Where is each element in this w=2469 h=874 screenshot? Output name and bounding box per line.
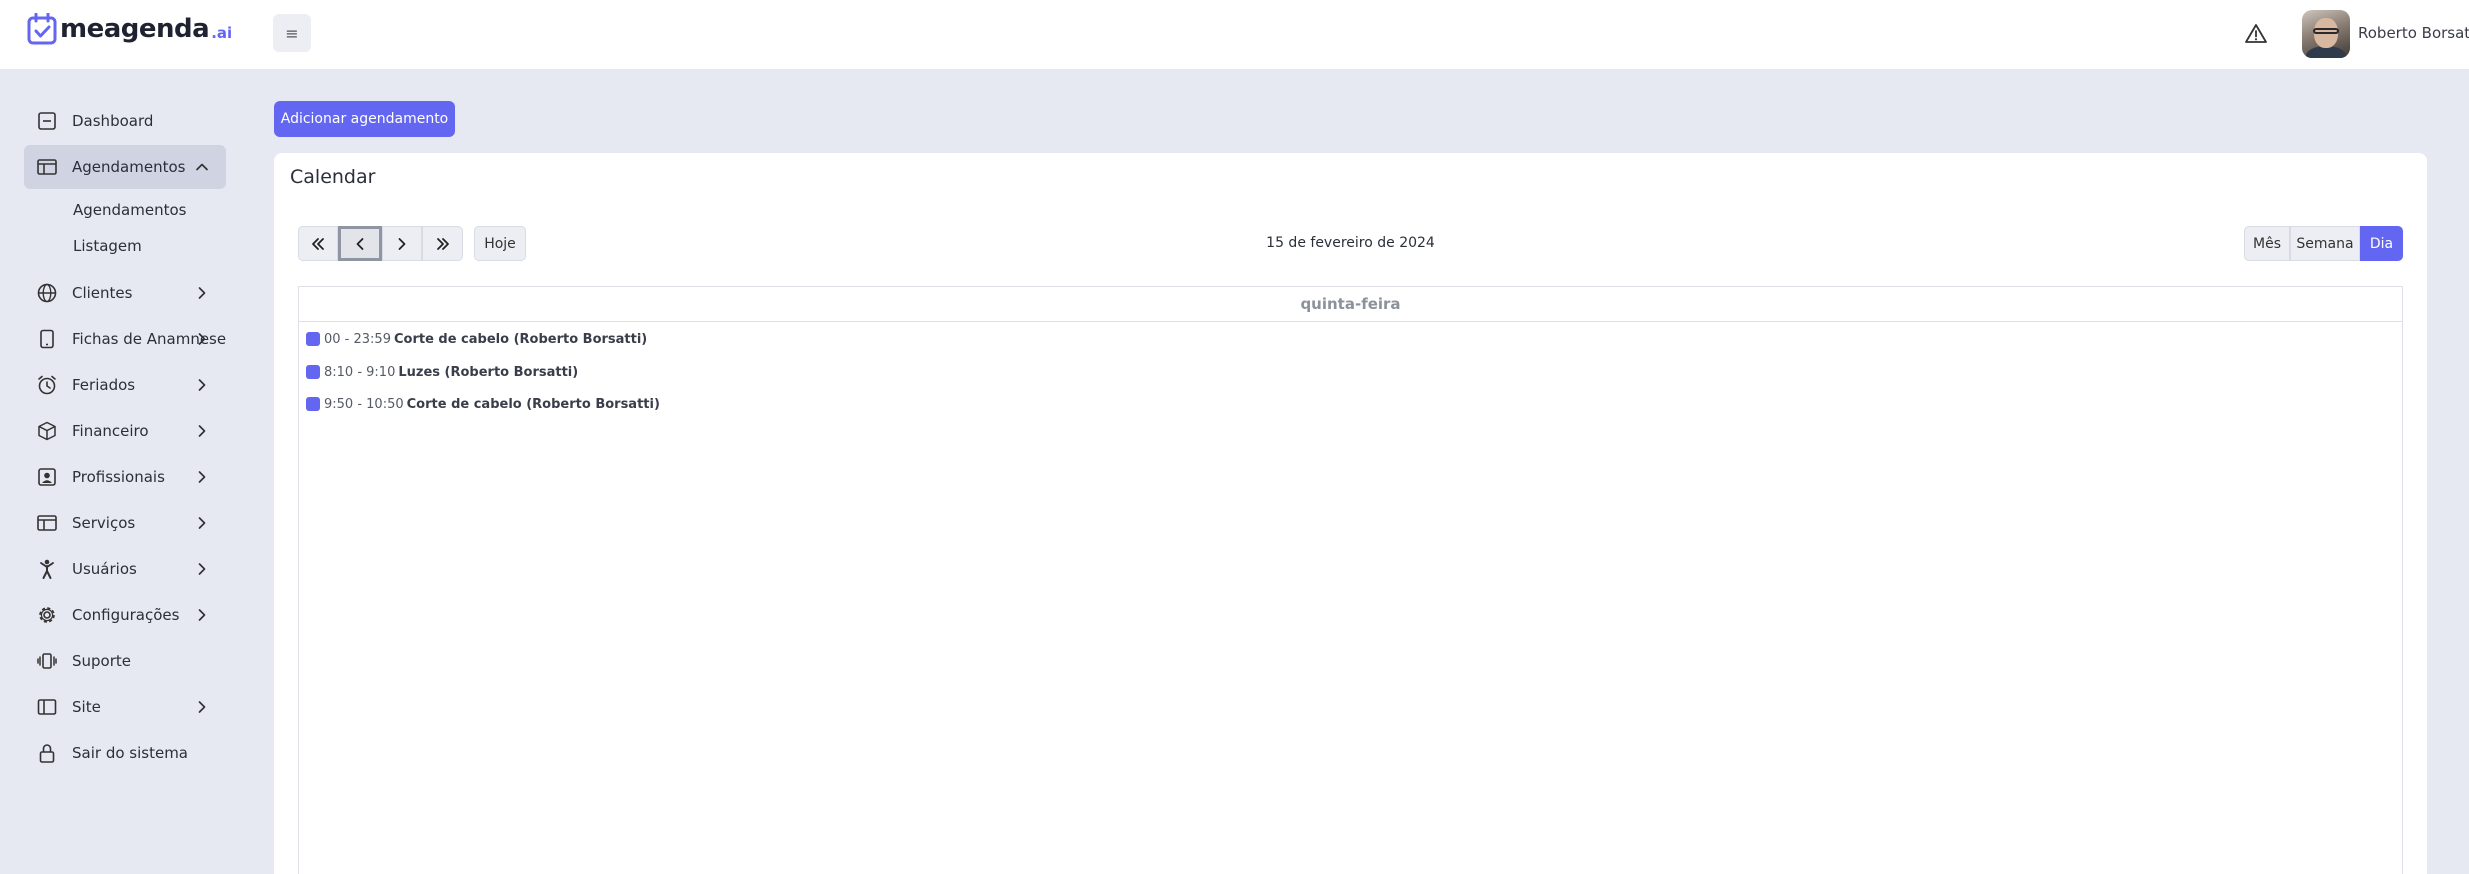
chevron-right-icon <box>198 287 206 299</box>
lock-icon <box>39 744 55 763</box>
sidebar-item-label: Site <box>72 698 101 716</box>
user-avatar[interactable] <box>2302 10 2350 58</box>
tablet-icon <box>40 329 54 349</box>
sidebar-item-suporte[interactable]: Suporte <box>24 639 226 683</box>
sidebar-item-label: Sair do sistema <box>72 744 188 762</box>
calendar-event[interactable]: 8:10 - 9:10 Luzes (Roberto Borsatti) <box>306 362 578 382</box>
chevron-up-icon <box>196 163 208 171</box>
event-title: Corte de cabelo (Roberto Borsatti) <box>406 396 660 412</box>
calendar-table-icon <box>37 159 57 175</box>
sidebar-item-label: Suporte <box>72 652 132 670</box>
event-color-dot <box>306 365 320 379</box>
logo-text: meagenda <box>60 14 210 44</box>
sidebar-item-dashboard[interactable]: Dashboard <box>24 99 226 143</box>
view-day-button[interactable]: Dia <box>2360 226 2403 261</box>
sidebar-item-fichas-de-anamnese[interactable]: Fichas de Anamnese <box>24 317 226 361</box>
hamburger-icon: ≡ <box>285 23 299 43</box>
day-header: quinta-feira <box>299 287 2402 322</box>
view-week-button[interactable]: Semana <box>2290 226 2360 261</box>
sidebar-item-configuracoes[interactable]: Configurações <box>24 593 226 637</box>
view-month-button[interactable]: Mês <box>2244 226 2290 261</box>
add-appointment-button[interactable]: Adicionar agendamento <box>274 101 455 137</box>
event-title: Corte de cabelo (Roberto Borsatti) <box>393 331 648 347</box>
layout-icon <box>37 515 57 531</box>
event-title: Luzes (Roberto Borsatti) <box>398 364 579 380</box>
chevron-right-icon <box>198 701 206 713</box>
sidebar-item-clientes[interactable]: Clientes <box>24 271 226 315</box>
chevron-right-icon <box>198 471 206 483</box>
chevron-right-icon <box>198 609 206 621</box>
sidebar-item-label: Feriados <box>72 376 136 394</box>
sidebar: Dashboard Agendamentos Agendamentos List… <box>0 69 250 874</box>
sidebar-item-label: Agendamentos <box>72 158 186 176</box>
calendar-event[interactable]: 00 - 23:59 Corte de cabelo (Roberto Bors… <box>306 329 647 349</box>
chevron-right-icon <box>198 425 206 437</box>
alarm-clock-icon <box>38 375 56 395</box>
calendar-event[interactable]: 9:50 - 10:50 Corte de cabelo (Roberto Bo… <box>306 394 660 414</box>
top-header: meagenda .ai ≡ Roberto Borsatti <box>0 0 2469 69</box>
calendar-check-icon <box>27 13 57 45</box>
calendar-current-date: 15 de fevereiro de 2024 <box>1266 235 1435 251</box>
sidebar-item-label: Serviços <box>72 514 136 532</box>
warning-triangle-icon[interactable] <box>2244 22 2268 46</box>
sidebar-item-feriados[interactable]: Feriados <box>24 363 226 407</box>
sidebar-item-label: Configurações <box>72 606 180 624</box>
sidebar-subitem-agendamentos[interactable]: Agendamentos <box>73 201 186 219</box>
dashboard-icon <box>38 112 56 130</box>
chevron-right-icon <box>198 563 206 575</box>
logo-suffix: .ai <box>211 24 233 42</box>
sidebar-item-label: Dashboard <box>72 112 154 130</box>
box-icon <box>38 421 56 441</box>
app-logo[interactable]: meagenda .ai <box>27 13 232 45</box>
sidebar-item-profissionais[interactable]: Profissionais <box>24 455 226 499</box>
chevron-right-icon <box>198 333 206 345</box>
sidebar-item-label: Usuários <box>72 560 137 578</box>
day-view-grid: quinta-feira 00 - 23:59 Corte de cabelo … <box>298 286 2403 874</box>
sidebar-item-financeiro[interactable]: Financeiro <box>24 409 226 453</box>
sidebar-item-label: Profissionais <box>72 468 165 486</box>
person-icon <box>40 559 54 579</box>
sidebar-item-usuarios[interactable]: Usuários <box>24 547 226 591</box>
event-time: 00 - 23:59 <box>324 331 391 347</box>
menu-toggle-button[interactable]: ≡ <box>273 14 311 52</box>
sidebar-subitem-listagem[interactable]: Listagem <box>73 237 142 255</box>
person-badge-icon <box>38 468 56 486</box>
event-time: 9:50 - 10:50 <box>324 396 404 412</box>
sidebar-item-servicos[interactable]: Serviços <box>24 501 226 545</box>
view-switcher: Mês Semana Dia <box>2244 226 2403 261</box>
event-color-dot <box>306 332 320 346</box>
gear-icon <box>39 607 55 623</box>
sidebar-item-label: Clientes <box>72 284 133 302</box>
sidebar-item-agendamentos[interactable]: Agendamentos <box>24 145 226 189</box>
event-time: 8:10 - 9:10 <box>324 364 396 380</box>
sidebar-layout-icon <box>37 699 57 715</box>
sidebar-item-sair[interactable]: Sair do sistema <box>24 731 226 775</box>
chevron-right-icon <box>198 379 206 391</box>
phone-vibrate-icon <box>37 653 57 669</box>
user-name[interactable]: Roberto Borsatti <box>2358 24 2469 42</box>
calendar-card: Calendar Hoje 15 de fevereiro de 2024 Mê… <box>274 153 2427 874</box>
globe-icon <box>37 283 57 303</box>
event-color-dot <box>306 397 320 411</box>
sidebar-item-site[interactable]: Site <box>24 685 226 729</box>
card-title: Calendar <box>290 166 376 188</box>
sidebar-item-label: Financeiro <box>72 422 149 440</box>
chevron-right-icon <box>198 517 206 529</box>
